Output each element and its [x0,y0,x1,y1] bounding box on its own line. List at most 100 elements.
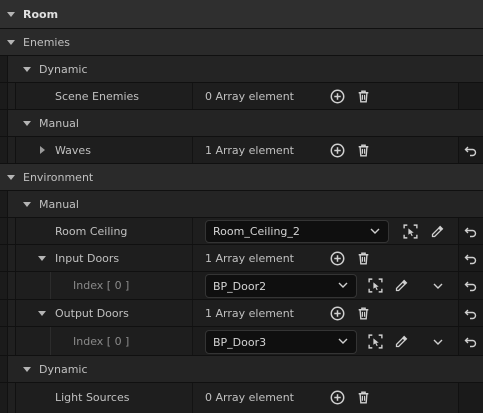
reset-to-default-icon[interactable] [464,279,478,293]
reset-to-default-icon[interactable] [464,335,478,349]
room-ceiling-dropdown[interactable]: Room_Ceiling_2 [205,220,389,243]
category-room[interactable]: Room [0,0,483,29]
reset-to-default-icon[interactable] [464,144,478,158]
output-door-dropdown[interactable]: BP_Door3 [205,330,357,354]
eyedropper-icon[interactable] [429,223,446,240]
chevron-down-icon[interactable] [433,339,443,345]
property-label: Input Doors [55,252,120,265]
array-count: 0 Array element [205,391,294,404]
indent-guide [8,300,16,326]
chevron-down-icon [338,282,348,288]
property-name-cell[interactable]: Output Doors [16,300,193,326]
property-name-cell[interactable]: Waves [16,137,193,163]
property-value-cell: Room_Ceiling_2 [193,218,458,244]
array-count: 1 Array element [205,307,294,320]
details-panel: Room Enemies Dynamic Scene Enemies 0 Arr… [0,0,483,413]
indent-guide [0,300,8,326]
property-row-room-ceiling: Room Ceiling Room_Ceiling_2 [0,218,483,245]
add-element-icon[interactable] [330,251,345,266]
property-value-cell: 0 Array element [193,383,458,413]
select-actor-icon[interactable] [402,223,419,240]
reset-to-default-icon[interactable] [464,307,478,321]
indent-guide [0,83,8,109]
subcategory-environment-manual[interactable]: Manual [0,191,483,218]
array-count: 1 Array element [205,252,294,265]
indent-guide [0,245,8,271]
indent-guide [0,56,8,82]
delete-all-icon[interactable] [356,89,371,104]
expand-icon[interactable] [38,256,46,261]
property-name-cell[interactable]: Input Doors [16,245,193,271]
subcategory-title: Dynamic [39,363,88,376]
expand-icon[interactable] [7,175,15,180]
property-value-cell: BP_Door3 [193,327,458,355]
delete-all-icon[interactable] [356,306,371,321]
category-enemies[interactable]: Enemies [0,29,483,56]
subcategory-enemies-dynamic[interactable]: Dynamic [0,56,483,83]
expand-icon[interactable] [38,311,46,316]
property-name-cell: Index [ 0 ] [16,327,193,355]
expand-icon[interactable] [7,12,15,17]
expand-icon[interactable] [23,202,31,207]
subcategory-title: Dynamic [39,63,88,76]
property-row-output-doors: Output Doors 1 Array element [0,300,483,327]
property-label: Light Sources [55,391,130,404]
indent-guide [0,191,8,217]
subcategory-enemies-manual[interactable]: Manual [0,110,483,137]
reset-column [458,272,483,299]
reset-column [458,137,483,163]
subcategory-title: Manual [39,117,79,130]
indent-guide [0,356,8,382]
chevron-down-icon[interactable] [433,283,443,289]
property-row-input-doors-index-0: Index [ 0 ] BP_Door2 [0,272,483,300]
expand-icon[interactable] [23,121,31,126]
property-value-cell: 1 Array element [193,245,458,271]
property-name-cell: Scene Enemies [16,83,193,109]
add-element-icon[interactable] [330,306,345,321]
add-element-icon[interactable] [330,390,345,405]
collapsed-arrow-icon[interactable] [40,146,45,154]
property-label: Scene Enemies [55,90,139,103]
dropdown-value: BP_Door3 [213,336,267,349]
category-title: Enemies [23,36,70,49]
input-door-dropdown[interactable]: BP_Door2 [205,274,357,298]
reset-column [458,327,483,355]
chevron-down-icon [370,228,380,234]
property-name-cell: Light Sources [16,383,193,413]
indent-guide [8,327,16,355]
property-row-input-doors: Input Doors 1 Array element [0,245,483,272]
subcategory-environment-dynamic[interactable]: Dynamic [0,356,483,383]
property-label: Output Doors [55,307,129,320]
delete-all-icon[interactable] [356,390,371,405]
element-index-label: Index [ 0 ] [73,279,130,292]
reset-column [458,218,483,244]
indent-guide [0,218,8,244]
delete-all-icon[interactable] [356,251,371,266]
property-row-light-sources: Light Sources 0 Array element [0,383,483,413]
expand-icon[interactable] [23,367,31,372]
indent-guide [0,327,8,355]
select-actor-icon[interactable] [367,333,384,350]
indent-guide [0,383,8,413]
property-row-waves: Waves 1 Array element [0,137,483,164]
property-label: Waves [55,144,91,157]
add-element-icon[interactable] [330,89,345,104]
dropdown-value: BP_Door2 [213,280,267,293]
eyedropper-icon[interactable] [393,333,410,350]
indent-guide [8,137,16,163]
indent-guide [40,272,51,299]
delete-all-icon[interactable] [356,143,371,158]
select-actor-icon[interactable] [367,277,384,294]
property-name-cell: Index [ 0 ] [16,272,193,299]
property-row-scene-enemies: Scene Enemies 0 Array element [0,83,483,110]
reset-to-default-icon[interactable] [464,252,478,266]
reset-to-default-icon[interactable] [464,225,478,239]
reset-column [458,383,483,413]
expand-icon[interactable] [7,40,15,45]
category-environment[interactable]: Environment [0,164,483,191]
element-index-label: Index [ 0 ] [73,335,130,348]
eyedropper-icon[interactable] [393,277,410,294]
expand-icon[interactable] [23,67,31,72]
add-element-icon[interactable] [330,143,345,158]
indent-guide [0,137,8,163]
